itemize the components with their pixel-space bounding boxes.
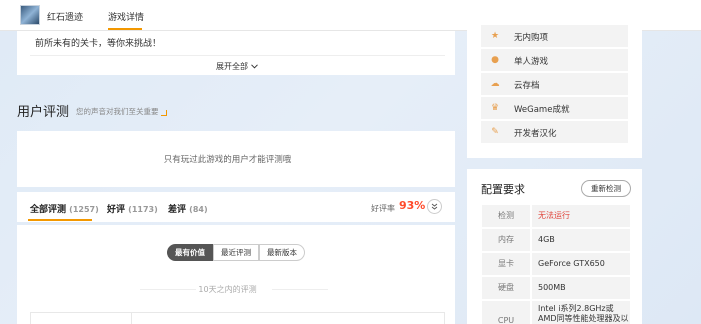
config-value: GeForce GTX650 [532,253,630,275]
sort-latest-version[interactable]: 最新版本 [259,244,305,261]
rate-toggle-button[interactable] [427,199,442,214]
config-key: 检测 [482,205,530,227]
review-item [30,312,445,324]
tab-count: (1173) [128,205,158,214]
review-permission-notice: 只有玩过此游戏的用户才能评测哦 [163,155,292,165]
config-value: Intel i系列2.8GHz或AMD同等性能处理器及以上 [532,301,630,324]
feature-item [481,25,628,47]
sort-recent[interactable]: 最近评测 [213,244,259,261]
config-key: 硬盘 [482,277,530,299]
tab-positive-reviews[interactable]: 好评 (1173) [107,202,158,215]
user-icon: ● [491,55,499,65]
feature-label: 无内购项 [514,33,549,43]
user-reviews-subtitle: 您的声音对我们至关重要 [76,107,159,116]
divider [131,312,132,324]
config-key: 显卡 [482,253,530,275]
recheck-button[interactable]: 重新检测 [581,180,631,197]
tab-label: 好评 [107,205,126,215]
expand-all-button[interactable]: 展开全部 [216,61,258,72]
star-icon: ★ [490,31,500,41]
expand-label: 展开全部 [216,62,248,71]
feature-label: 单人游戏 [514,57,549,67]
tab-count: (1257) [69,205,99,214]
tab-active-indicator [108,28,142,30]
config-key: CPU [482,301,530,324]
config-value: 500MB [532,277,630,299]
intro-text: 前所未有的关卡，等你来挑战！ [35,39,162,49]
config-value: 4GB [532,229,630,251]
feature-item [481,73,628,95]
pen-icon: ✎ [491,127,499,137]
game-logo[interactable] [20,5,40,25]
cloud-icon: ☁ [490,79,500,89]
tab-count: (84) [189,205,208,214]
feature-label: 开发者汉化 [514,129,557,139]
feature-label: 云存档 [514,81,540,91]
tab-negative-reviews[interactable]: 差评 (84) [168,202,208,215]
feature-label: WeGame成就 [514,105,570,115]
tab-active-indicator [28,219,92,221]
corner-mark [161,110,167,116]
trophy-icon: ♛ [490,103,500,113]
user-reviews-title: 用户评测 [17,105,70,120]
positive-rate-label: 好评率 [371,204,395,213]
feature-item [481,49,628,71]
tab-game-detail[interactable]: 游戏详情 [108,10,144,23]
game-name[interactable]: 红石遗迹 [47,10,83,23]
sort-most-valuable[interactable]: 最有价值 [167,244,213,261]
config-key: 内存 [482,229,530,251]
divider [30,55,445,56]
tab-label: 差评 [168,205,187,215]
reviews-list-card [17,225,455,324]
tab-label: 全部评测 [30,205,67,215]
tab-all-reviews[interactable]: 全部评测 (1257) [30,202,99,215]
config-title: 配置要求 [481,183,525,196]
positive-rate-value: 93% [399,199,426,212]
chevron-down-icon [250,64,258,69]
config-value: 无法运行 [532,205,630,227]
chevron-double-down-icon [431,203,438,210]
recent-reviews-label: 10天之内的评测 [198,285,257,294]
